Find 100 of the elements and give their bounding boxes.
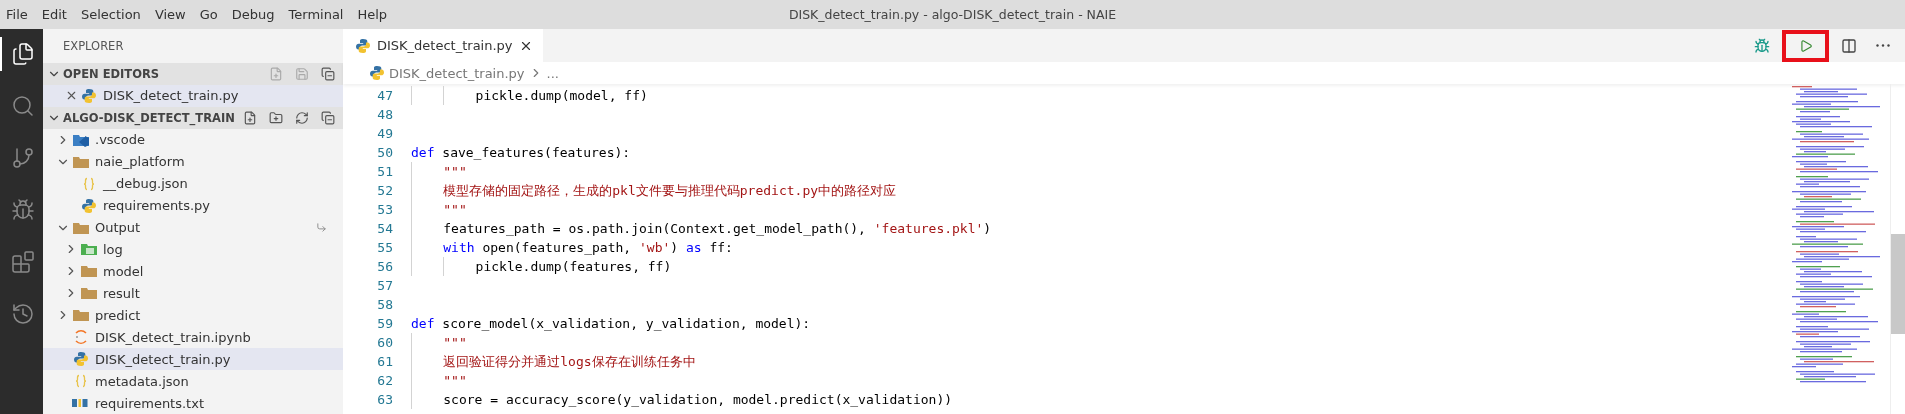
line-number: 59 [376, 316, 393, 331]
tab-label: DISK_detect_train.py [377, 38, 513, 53]
line-number: 56 [376, 259, 393, 274]
menu-item[interactable]: File [0, 0, 36, 29]
menu-item[interactable]: Terminal [282, 0, 352, 29]
code-line: """ [443, 372, 467, 390]
menu-item[interactable]: Debug [225, 0, 283, 29]
tree-row[interactable]: requirements.py [43, 194, 343, 217]
new-folder-icon[interactable] [269, 110, 283, 125]
python-file-icon [81, 87, 97, 104]
folder-icon [72, 154, 90, 169]
split-editor-icon [1841, 37, 1857, 54]
file-name: metadata.json [95, 373, 189, 389]
section-header[interactable]: OPEN EDITORS [43, 63, 343, 85]
code-line: with open(features_path, 'wb') as ff: [443, 239, 733, 257]
file-name: __debug.json [103, 176, 188, 192]
line-number: 50 [376, 145, 393, 160]
file-name: result [103, 285, 140, 301]
tree-row[interactable]: __debug.json [43, 172, 343, 195]
line-number: 48 [376, 107, 393, 122]
line-number: 49 [376, 126, 393, 141]
tree-row[interactable]: requirements.txt [43, 392, 343, 414]
line-number: 58 [376, 297, 393, 312]
menu-item[interactable]: View [148, 0, 194, 29]
notebook-icon [74, 329, 88, 346]
vscode-folder-icon [72, 132, 90, 147]
python-file-icon [355, 37, 371, 54]
log-folder-icon [80, 242, 98, 257]
python-file-icon [369, 65, 385, 81]
file-name: requirements.txt [95, 395, 204, 411]
folder-icon [72, 308, 90, 323]
line-number: 57 [376, 278, 393, 293]
panel-title: EXPLORER [62, 38, 125, 55]
tree-row[interactable]: .vscode [43, 128, 343, 151]
section-header[interactable]: ALGO-DISK_DETECT_TRAIN [43, 106, 343, 129]
line-number: 53 [376, 202, 393, 217]
file-name: DISK_detect_train.py [103, 88, 239, 104]
file-name: DISK_detect_train.py [95, 351, 231, 367]
folder-icon [80, 286, 98, 301]
tree-row[interactable]: Output [43, 216, 343, 239]
menu-item[interactable]: Edit [35, 0, 75, 29]
file-name: predict [95, 307, 141, 323]
tree-row[interactable]: predict [43, 304, 343, 327]
code-line: 返回验证得分并通过logs保存在训练任务中 [443, 353, 696, 371]
python-file-icon [73, 351, 89, 368]
file-name: log [103, 241, 123, 257]
open-editor-item[interactable]: DISK_detect_train.py [43, 84, 343, 107]
file-name: requirements.py [103, 198, 211, 214]
code-line: """ [443, 163, 467, 181]
code-line: score = accuracy_score(y_validation, model.predict(x_validation)) [443, 391, 953, 409]
code-line: """ [443, 334, 467, 352]
line-number: 47 [376, 88, 393, 103]
line-number: 54 [376, 221, 393, 236]
code-line: """ [443, 201, 467, 219]
run-icon [1798, 38, 1813, 53]
file-name: model [103, 263, 144, 279]
tree-row[interactable]: model [43, 260, 343, 283]
pip-icon [72, 398, 90, 409]
refresh-icon[interactable] [295, 110, 309, 125]
menu-item[interactable]: Go [193, 0, 226, 29]
line-number: 51 [376, 164, 393, 179]
menu-item[interactable]: Selection [74, 0, 149, 29]
breadcrumb-item[interactable]: DISK_detect_train.py [389, 65, 525, 81]
line-number: 62 [376, 373, 393, 388]
tree-row[interactable]: DISK_detect_train.ipynb [43, 326, 343, 349]
code-line: features_path = os.path.join(Context.get_model_path(), 'features.pkl') [443, 220, 992, 238]
python-file-icon [81, 197, 97, 214]
file-name: naie_platform [95, 154, 185, 170]
menu-item[interactable]: Help [351, 0, 396, 29]
braces-icon [82, 176, 96, 191]
tree-row[interactable]: naie_platform [43, 150, 343, 173]
tree-row[interactable]: DISK_detect_train.py [43, 348, 343, 371]
code-line: def save_features(features): [411, 144, 631, 162]
folder-icon [72, 220, 90, 235]
code-line: 模型存储的固定路径，生成的pkl文件要与推理代码predict.py中的路径对应 [443, 182, 897, 200]
code-line: def score_model(x_validation, y_validation, model): [411, 315, 811, 333]
braces-icon [74, 374, 88, 389]
line-number: 55 [376, 240, 393, 255]
more-icon [1876, 44, 1890, 47]
line-number: 60 [376, 335, 393, 350]
collapse-all-icon[interactable] [321, 110, 335, 125]
tree-row[interactable]: metadata.json [43, 370, 343, 393]
scrollbar-thumb[interactable] [1891, 234, 1905, 334]
file-name: .vscode [95, 132, 145, 148]
bug-icon [1754, 37, 1770, 54]
tree-row[interactable]: result [43, 282, 343, 305]
breadcrumb-item[interactable]: ... [546, 65, 559, 81]
close-all-icon[interactable] [321, 66, 335, 81]
line-number: 63 [376, 392, 393, 407]
file-name: DISK_detect_train.ipynb [95, 329, 251, 345]
editor-tab[interactable]: DISK_detect_train.py [343, 29, 543, 62]
code-line: pickle.dump(model, ff) [475, 87, 648, 105]
run-button[interactable] [1782, 29, 1829, 62]
line-number: 52 [376, 183, 393, 198]
tree-row[interactable]: log [43, 238, 343, 261]
file-name: Output [95, 220, 141, 236]
new-file-icon[interactable] [243, 110, 257, 125]
code-line: pickle.dump(features, ff) [475, 258, 672, 276]
line-number: 61 [376, 354, 393, 369]
window-title: DISK_detect_train.py - algo-DISK_detect_train - NAIE [788, 7, 1117, 22]
